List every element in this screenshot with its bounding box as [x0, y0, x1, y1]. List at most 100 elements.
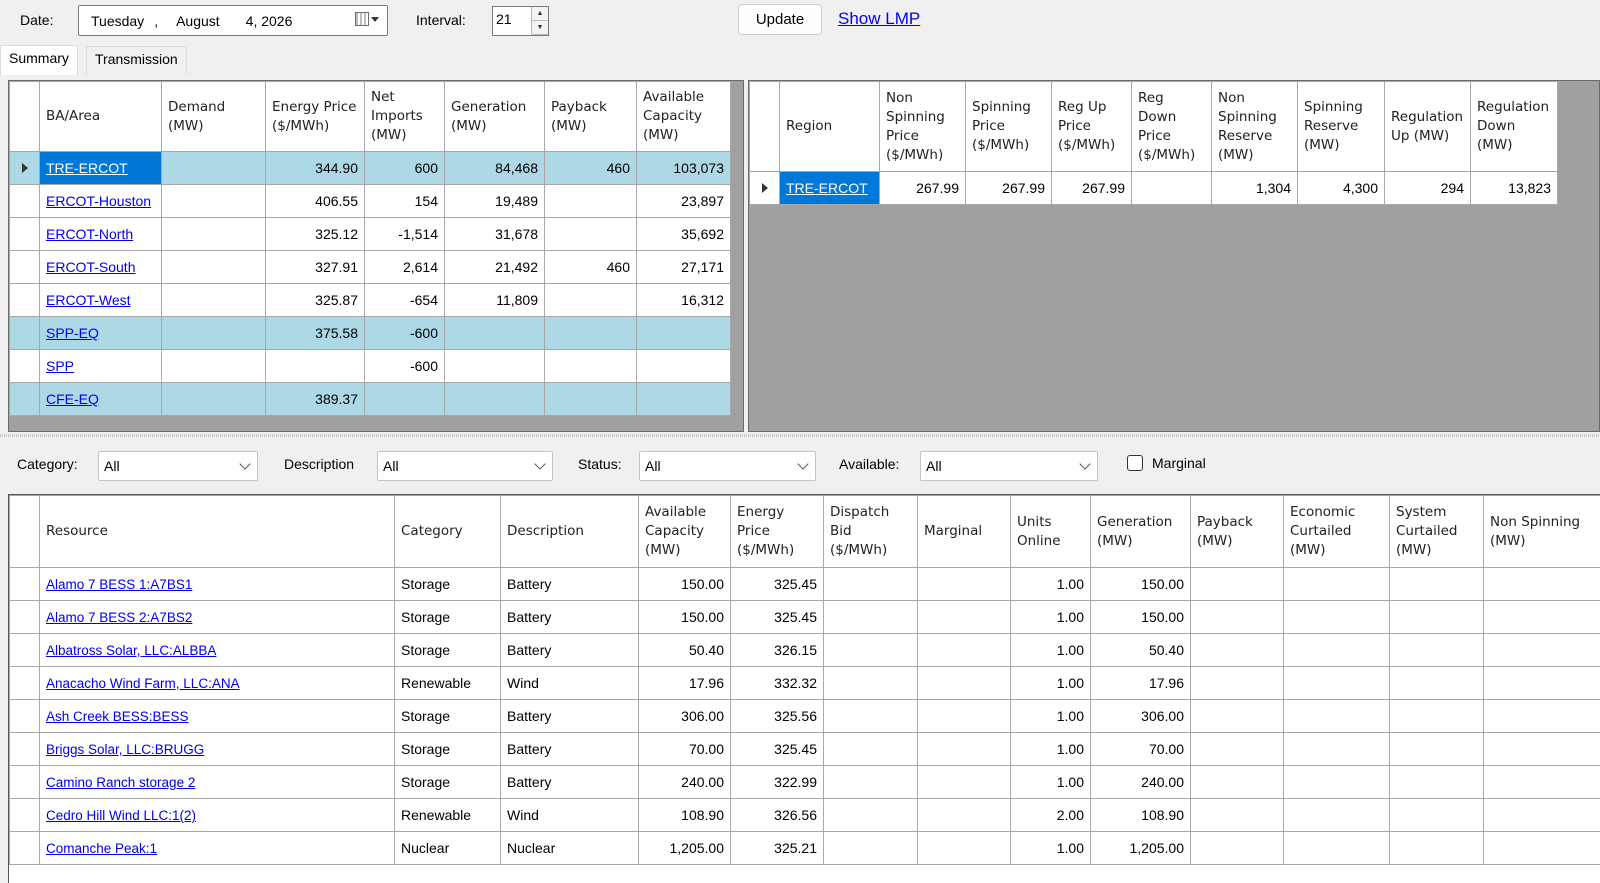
- ba-area-grid[interactable]: BA/Area Demand (MW) Energy Price ($/MWh)…: [8, 80, 744, 432]
- category-cell[interactable]: Storage: [394, 633, 501, 667]
- net-imports-cell[interactable]: 600: [364, 151, 445, 185]
- energy-price-cell[interactable]: 326.15: [730, 633, 824, 667]
- available-capacity-cell[interactable]: [636, 316, 731, 350]
- net-imports-cell[interactable]: -654: [364, 283, 445, 317]
- row-selector[interactable]: [9, 798, 40, 832]
- ba-area-link[interactable]: ERCOT-West: [46, 292, 131, 308]
- resource-link[interactable]: Alamo 7 BESS 2:A7BS2: [46, 610, 192, 625]
- marginal-cell[interactable]: [917, 798, 1011, 832]
- non-spinning-cell[interactable]: [1483, 732, 1600, 766]
- payback-cell[interactable]: [1190, 831, 1284, 865]
- ba-area-link[interactable]: SPP-EQ: [46, 325, 99, 341]
- energy-price-cell[interactable]: 325.87: [265, 283, 365, 317]
- energy-price-cell[interactable]: 322.99: [730, 765, 824, 799]
- ba-area-link[interactable]: ERCOT-South: [46, 259, 135, 275]
- tab-summary[interactable]: Summary: [0, 45, 78, 75]
- generation-cell[interactable]: 11,809: [444, 283, 545, 317]
- marginal-cell[interactable]: [917, 633, 1011, 667]
- system-curtailed-cell[interactable]: [1389, 765, 1484, 799]
- non-spinning-cell[interactable]: [1483, 567, 1600, 601]
- category-cell[interactable]: Renewable: [394, 666, 501, 700]
- col-header-available-capacity[interactable]: Available Capacity (MW): [638, 495, 731, 568]
- marginal-cell[interactable]: [917, 765, 1011, 799]
- generation-cell[interactable]: [444, 349, 545, 383]
- resource-link[interactable]: Cedro Hill Wind LLC:1(2): [46, 808, 196, 823]
- units-online-cell[interactable]: 1.00: [1010, 765, 1091, 799]
- energy-price-cell[interactable]: 375.58: [265, 316, 365, 350]
- table-row[interactable]: Comanche Peak:1 Nuclear Nuclear 1,205.00 325…: [9, 831, 1600, 865]
- row-selector[interactable]: [9, 217, 40, 251]
- energy-price-cell[interactable]: 389.37: [265, 382, 365, 416]
- ba-area-link[interactable]: CFE-EQ: [46, 391, 99, 407]
- generation-cell[interactable]: 70.00: [1090, 732, 1191, 766]
- col-header-dispatch-bid[interactable]: Dispatch Bid ($/MWh): [823, 495, 918, 568]
- generation-cell[interactable]: 21,492: [444, 250, 545, 284]
- resource-cell[interactable]: Albatross Solar, LLC:ALBBA: [39, 633, 395, 667]
- col-header-category[interactable]: Category: [394, 495, 501, 568]
- economic-curtailed-cell[interactable]: [1283, 699, 1390, 733]
- payback-cell[interactable]: [1190, 633, 1284, 667]
- table-row[interactable]: Albatross Solar, LLC:ALBBA Storage Battery…: [9, 633, 1600, 667]
- col-header-description[interactable]: Description: [500, 495, 639, 568]
- resource-cell[interactable]: Cedro Hill Wind LLC:1(2): [39, 798, 395, 832]
- resource-cell[interactable]: Briggs Solar, LLC:BRUGG: [39, 732, 395, 766]
- system-curtailed-cell[interactable]: [1389, 666, 1484, 700]
- net-imports-cell[interactable]: [364, 382, 445, 416]
- generation-cell[interactable]: [444, 316, 545, 350]
- resource-cell[interactable]: Alamo 7 BESS 2:A7BS2: [39, 600, 395, 634]
- table-row[interactable]: SPP-EQ 375.58 -600: [9, 316, 731, 350]
- date-picker[interactable]: Tuesday , August 4, 2026: [78, 5, 388, 36]
- dispatch-bid-cell[interactable]: [823, 633, 918, 667]
- table-row[interactable]: Alamo 7 BESS 1:A7BS1 Storage Battery 150.00…: [9, 567, 1600, 601]
- category-select[interactable]: All: [98, 451, 258, 481]
- demand-cell[interactable]: [161, 151, 266, 185]
- interval-spinner[interactable]: 21 ▲ ▼: [492, 6, 549, 36]
- payback-cell[interactable]: [544, 283, 637, 317]
- row-selector[interactable]: [9, 600, 40, 634]
- payback-cell[interactable]: [544, 184, 637, 218]
- energy-price-cell[interactable]: 332.32: [730, 666, 824, 700]
- generation-cell[interactable]: 17.96: [1090, 666, 1191, 700]
- spinning-price-cell[interactable]: 267.99: [965, 171, 1052, 205]
- ba-area-cell[interactable]: ERCOT-North: [39, 217, 162, 251]
- table-row[interactable]: Briggs Solar, LLC:BRUGG Storage Battery 70.…: [9, 732, 1600, 766]
- generation-cell[interactable]: 240.00: [1090, 765, 1191, 799]
- category-cell[interactable]: Nuclear: [394, 831, 501, 865]
- energy-price-cell[interactable]: 327.91: [265, 250, 365, 284]
- non-spinning-price-cell[interactable]: 267.99: [879, 171, 966, 205]
- status-select[interactable]: All: [639, 451, 816, 481]
- payback-cell[interactable]: [1190, 732, 1284, 766]
- units-online-cell[interactable]: 1.00: [1010, 666, 1091, 700]
- units-online-cell[interactable]: 2.00: [1010, 798, 1091, 832]
- units-online-cell[interactable]: 1.00: [1010, 831, 1091, 865]
- generation-cell[interactable]: 306.00: [1090, 699, 1191, 733]
- col-header-energy-price[interactable]: Energy Price ($/MWh): [730, 495, 824, 568]
- col-header-net-imports[interactable]: Net Imports (MW): [364, 81, 445, 152]
- region-link[interactable]: TRE-ERCOT: [786, 180, 868, 196]
- ba-area-cell[interactable]: ERCOT-South: [39, 250, 162, 284]
- system-curtailed-cell[interactable]: [1389, 732, 1484, 766]
- marginal-cell[interactable]: [917, 600, 1011, 634]
- generation-cell[interactable]: 150.00: [1090, 567, 1191, 601]
- col-header-non-spinning-price[interactable]: Non Spinning Price ($/MWh): [879, 81, 966, 172]
- col-header-reg-up-price[interactable]: Reg Up Price ($/MWh): [1051, 81, 1132, 172]
- dispatch-bid-cell[interactable]: [823, 732, 918, 766]
- dispatch-bid-cell[interactable]: [823, 699, 918, 733]
- system-curtailed-cell[interactable]: [1389, 633, 1484, 667]
- col-header-region[interactable]: Region: [779, 81, 880, 172]
- energy-price-cell[interactable]: 325.56: [730, 699, 824, 733]
- col-header-demand[interactable]: Demand (MW): [161, 81, 266, 152]
- marginal-cell[interactable]: [917, 732, 1011, 766]
- generation-cell[interactable]: 84,468: [444, 151, 545, 185]
- interval-value[interactable]: 21: [493, 7, 531, 35]
- demand-cell[interactable]: [161, 250, 266, 284]
- ba-area-link[interactable]: SPP: [46, 358, 74, 374]
- available-capacity-cell[interactable]: 108.90: [638, 798, 731, 832]
- resource-cell[interactable]: Anacacho Wind Farm, LLC:ANA: [39, 666, 395, 700]
- col-header-spinning-reserve[interactable]: Spinning Reserve (MW): [1297, 81, 1385, 172]
- checkbox-box[interactable]: [1127, 455, 1143, 471]
- description-cell[interactable]: Nuclear: [500, 831, 639, 865]
- category-cell[interactable]: Storage: [394, 600, 501, 634]
- ba-area-cell[interactable]: ERCOT-West: [39, 283, 162, 317]
- payback-cell[interactable]: 460: [544, 250, 637, 284]
